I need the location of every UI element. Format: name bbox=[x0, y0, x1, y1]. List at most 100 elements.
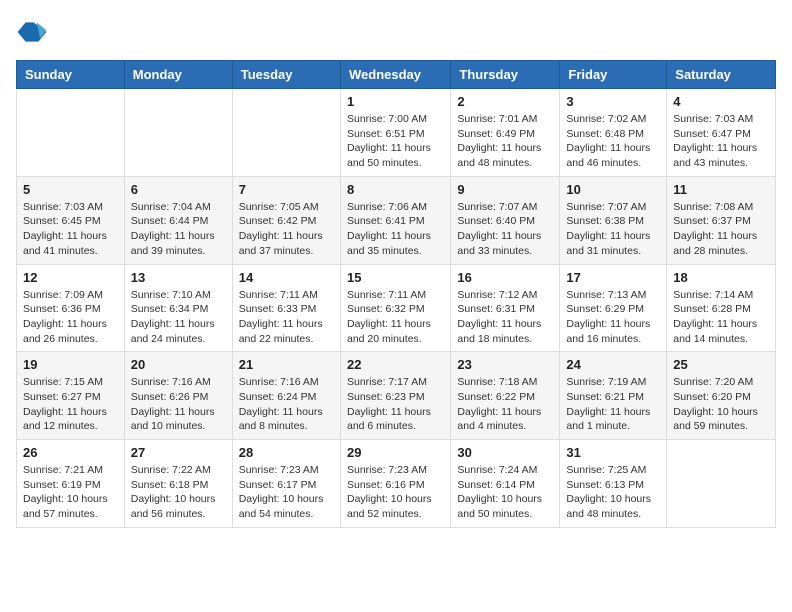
calendar-header: SundayMondayTuesdayWednesdayThursdayFrid… bbox=[17, 61, 776, 89]
day-number: 8 bbox=[347, 182, 444, 197]
calendar-day-cell: 7Sunrise: 7:05 AM Sunset: 6:42 PM Daylig… bbox=[232, 176, 340, 264]
day-number: 6 bbox=[131, 182, 226, 197]
day-info: Sunrise: 7:12 AM Sunset: 6:31 PM Dayligh… bbox=[457, 288, 553, 347]
day-info: Sunrise: 7:22 AM Sunset: 6:18 PM Dayligh… bbox=[131, 463, 226, 522]
calendar-day-cell: 28 Sunrise: 7:23 AM Sunset: 6:17 PM Dayli… bbox=[232, 440, 340, 528]
calendar-week-row: 5 Sunrise: 7:03 AM Sunset: 6:45 PM Daylig… bbox=[17, 176, 776, 264]
day-number: 29 bbox=[347, 445, 444, 460]
day-of-week-header: Tuesday bbox=[232, 61, 340, 89]
day-info: Sunrise: 7:25 AM Sunset: 6:13 PM Dayligh… bbox=[566, 463, 660, 522]
day-info: Sunrise: 7:07 AM Sunset: 6:38 PM Dayligh… bbox=[566, 200, 660, 259]
day-info: Sunrise: 7:14 AM Sunset: 6:28 PM Dayligh… bbox=[673, 288, 769, 347]
day-info: Sunrise: 7:20 AM Sunset: 6:20 PM Dayligh… bbox=[673, 375, 769, 434]
day-of-week-header: Sunday bbox=[17, 61, 125, 89]
calendar-day-cell: 25Sunrise: 7:20 AM Sunset: 6:20 PM Dayli… bbox=[667, 352, 776, 440]
day-number: 11 bbox=[673, 182, 769, 197]
calendar-table: SundayMondayTuesdayWednesdayThursdayFrid… bbox=[16, 60, 776, 528]
day-number: 20 bbox=[131, 357, 226, 372]
day-info: Sunrise: 7:10 AM Sunset: 6:34 PM Dayligh… bbox=[131, 288, 226, 347]
day-of-week-header: Wednesday bbox=[340, 61, 450, 89]
page-header bbox=[16, 16, 776, 48]
day-number: 12 bbox=[23, 270, 118, 285]
day-info: Sunrise: 7:24 AM Sunset: 6:14 PM Dayligh… bbox=[457, 463, 553, 522]
day-of-week-header: Saturday bbox=[667, 61, 776, 89]
day-number: 18 bbox=[673, 270, 769, 285]
day-info: Sunrise: 7:03 AM Sunset: 6:45 PM Dayligh… bbox=[23, 200, 118, 259]
calendar-day-cell: 6 Sunrise: 7:04 AM Sunset: 6:44 PM Daylig… bbox=[124, 176, 232, 264]
calendar-day-cell: 21 Sunrise: 7:16 AM Sunset: 6:24 PM Dayli… bbox=[232, 352, 340, 440]
day-info: Sunrise: 7:23 AM Sunset: 6:17 PM Dayligh… bbox=[239, 463, 334, 522]
calendar-day-cell: 9 Sunrise: 7:07 AM Sunset: 6:40 PM Daylig… bbox=[451, 176, 560, 264]
calendar-day-cell bbox=[124, 89, 232, 177]
calendar-day-cell: 13 Sunrise: 7:10 AM Sunset: 6:34 PM Dayli… bbox=[124, 264, 232, 352]
calendar-day-cell: 15 Sunrise: 7:11 AM Sunset: 6:32 PM Dayli… bbox=[340, 264, 450, 352]
calendar-day-cell: 23 Sunrise: 7:18 AM Sunset: 6:22 PM Dayli… bbox=[451, 352, 560, 440]
logo-icon bbox=[16, 16, 48, 48]
calendar-day-cell: 18 Sunrise: 7:14 AM Sunset: 6:28 PM Dayli… bbox=[667, 264, 776, 352]
day-info: Sunrise: 7:11 AM Sunset: 6:32 PM Dayligh… bbox=[347, 288, 444, 347]
calendar-day-cell: 8 Sunrise: 7:06 AM Sunset: 6:41 PM Daylig… bbox=[340, 176, 450, 264]
days-of-week-row: SundayMondayTuesdayWednesdayThursdayFrid… bbox=[17, 61, 776, 89]
day-info: Sunrise: 7:02 AM Sunset: 6:48 PM Dayligh… bbox=[566, 112, 660, 171]
calendar-day-cell: 5 Sunrise: 7:03 AM Sunset: 6:45 PM Daylig… bbox=[17, 176, 125, 264]
day-number: 21 bbox=[239, 357, 334, 372]
day-number: 9 bbox=[457, 182, 553, 197]
day-number: 15 bbox=[347, 270, 444, 285]
day-number: 27 bbox=[131, 445, 226, 460]
day-number: 10 bbox=[566, 182, 660, 197]
day-info: Sunrise: 7:21 AM Sunset: 6:19 PM Dayligh… bbox=[23, 463, 118, 522]
day-number: 17 bbox=[566, 270, 660, 285]
day-number: 13 bbox=[131, 270, 226, 285]
calendar-body: 1 Sunrise: 7:00 AM Sunset: 6:51 PM Daylig… bbox=[17, 89, 776, 528]
calendar-day-cell: 16 Sunrise: 7:12 AM Sunset: 6:31 PM Dayli… bbox=[451, 264, 560, 352]
calendar-day-cell: 29 Sunrise: 7:23 AM Sunset: 6:16 PM Dayli… bbox=[340, 440, 450, 528]
calendar-day-cell: 1 Sunrise: 7:00 AM Sunset: 6:51 PM Daylig… bbox=[340, 89, 450, 177]
day-number: 24 bbox=[566, 357, 660, 372]
day-number: 4 bbox=[673, 94, 769, 109]
day-info: Sunrise: 7:03 AM Sunset: 6:47 PM Dayligh… bbox=[673, 112, 769, 171]
day-info: Sunrise: 7:17 AM Sunset: 6:23 PM Dayligh… bbox=[347, 375, 444, 434]
day-number: 28 bbox=[239, 445, 334, 460]
day-of-week-header: Friday bbox=[560, 61, 667, 89]
calendar-day-cell: 11Sunrise: 7:08 AM Sunset: 6:37 PM Dayli… bbox=[667, 176, 776, 264]
calendar-day-cell: 31 Sunrise: 7:25 AM Sunset: 6:13 PM Dayli… bbox=[560, 440, 667, 528]
day-info: Sunrise: 7:16 AM Sunset: 6:26 PM Dayligh… bbox=[131, 375, 226, 434]
calendar-week-row: 12 Sunrise: 7:09 AM Sunset: 6:36 PM Dayli… bbox=[17, 264, 776, 352]
calendar-day-cell: 27 Sunrise: 7:22 AM Sunset: 6:18 PM Dayli… bbox=[124, 440, 232, 528]
day-info: Sunrise: 7:15 AM Sunset: 6:27 PM Dayligh… bbox=[23, 375, 118, 434]
calendar-day-cell: 14Sunrise: 7:11 AM Sunset: 6:33 PM Dayli… bbox=[232, 264, 340, 352]
calendar-day-cell: 12 Sunrise: 7:09 AM Sunset: 6:36 PM Dayli… bbox=[17, 264, 125, 352]
day-info: Sunrise: 7:11 AM Sunset: 6:33 PM Dayligh… bbox=[239, 288, 334, 347]
day-number: 16 bbox=[457, 270, 553, 285]
day-number: 5 bbox=[23, 182, 118, 197]
day-info: Sunrise: 7:16 AM Sunset: 6:24 PM Dayligh… bbox=[239, 375, 334, 434]
day-number: 26 bbox=[23, 445, 118, 460]
calendar-day-cell: 4 Sunrise: 7:03 AM Sunset: 6:47 PM Daylig… bbox=[667, 89, 776, 177]
day-number: 1 bbox=[347, 94, 444, 109]
calendar-day-cell: 24 Sunrise: 7:19 AM Sunset: 6:21 PM Dayli… bbox=[560, 352, 667, 440]
calendar-day-cell bbox=[17, 89, 125, 177]
calendar-week-row: 19Sunrise: 7:15 AM Sunset: 6:27 PM Dayli… bbox=[17, 352, 776, 440]
calendar-day-cell bbox=[232, 89, 340, 177]
day-info: Sunrise: 7:09 AM Sunset: 6:36 PM Dayligh… bbox=[23, 288, 118, 347]
calendar-day-cell: 20 Sunrise: 7:16 AM Sunset: 6:26 PM Dayli… bbox=[124, 352, 232, 440]
day-of-week-header: Monday bbox=[124, 61, 232, 89]
day-info: Sunrise: 7:01 AM Sunset: 6:49 PM Dayligh… bbox=[457, 112, 553, 171]
day-number: 7 bbox=[239, 182, 334, 197]
day-number: 2 bbox=[457, 94, 553, 109]
day-info: Sunrise: 7:23 AM Sunset: 6:16 PM Dayligh… bbox=[347, 463, 444, 522]
day-info: Sunrise: 7:04 AM Sunset: 6:44 PM Dayligh… bbox=[131, 200, 226, 259]
calendar-day-cell: 3Sunrise: 7:02 AM Sunset: 6:48 PM Daylig… bbox=[560, 89, 667, 177]
day-info: Sunrise: 7:18 AM Sunset: 6:22 PM Dayligh… bbox=[457, 375, 553, 434]
calendar-day-cell: 26 Sunrise: 7:21 AM Sunset: 6:19 PM Dayli… bbox=[17, 440, 125, 528]
calendar-day-cell: 22Sunrise: 7:17 AM Sunset: 6:23 PM Dayli… bbox=[340, 352, 450, 440]
calendar-week-row: 1 Sunrise: 7:00 AM Sunset: 6:51 PM Daylig… bbox=[17, 89, 776, 177]
day-number: 23 bbox=[457, 357, 553, 372]
day-number: 30 bbox=[457, 445, 553, 460]
day-info: Sunrise: 7:07 AM Sunset: 6:40 PM Dayligh… bbox=[457, 200, 553, 259]
calendar-day-cell: 10 Sunrise: 7:07 AM Sunset: 6:38 PM Dayli… bbox=[560, 176, 667, 264]
day-info: Sunrise: 7:06 AM Sunset: 6:41 PM Dayligh… bbox=[347, 200, 444, 259]
day-info: Sunrise: 7:00 AM Sunset: 6:51 PM Dayligh… bbox=[347, 112, 444, 171]
day-info: Sunrise: 7:19 AM Sunset: 6:21 PM Dayligh… bbox=[566, 375, 660, 434]
day-number: 31 bbox=[566, 445, 660, 460]
